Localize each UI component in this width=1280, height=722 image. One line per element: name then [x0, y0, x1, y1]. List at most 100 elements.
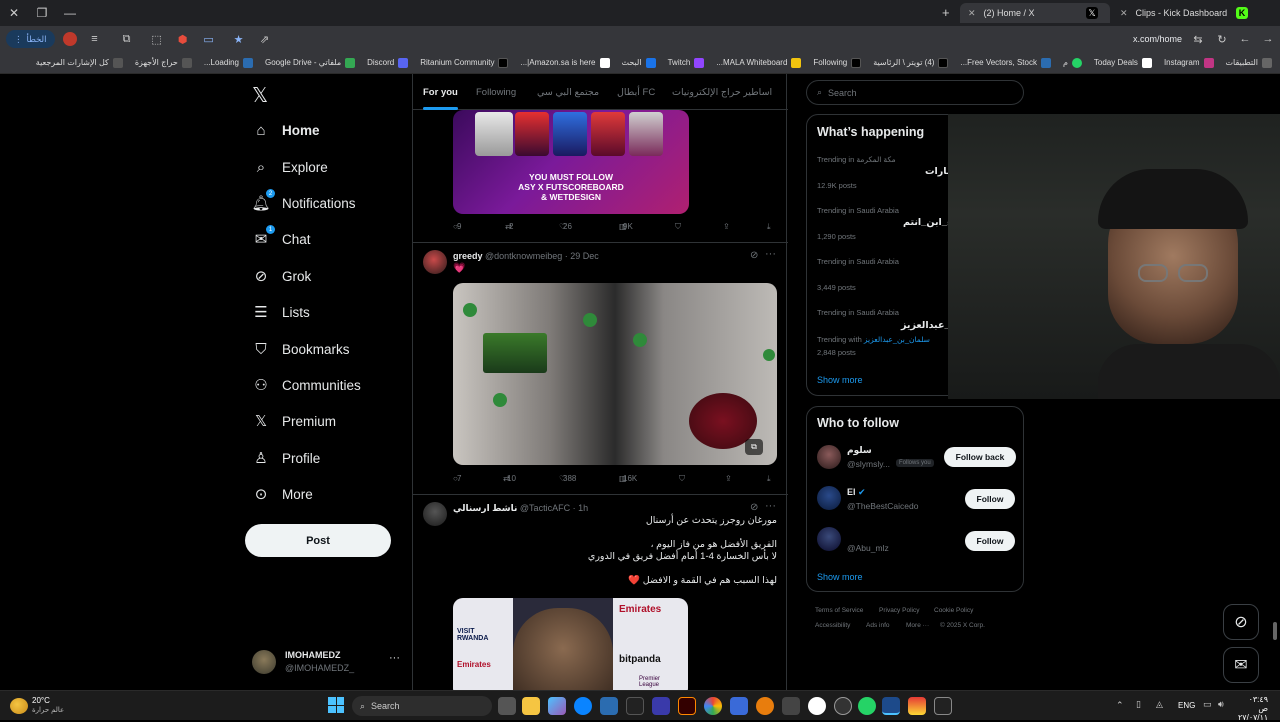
suggestion-handle[interactable]: @TheBestCaicedo	[847, 501, 918, 511]
bookmark-item[interactable]: Free Vectors, Stock...	[960, 57, 1051, 68]
post-more-icon[interactable]: ···	[765, 500, 776, 512]
reload-icon[interactable]: ↻	[1212, 29, 1232, 49]
reply-button[interactable]: ○ 9	[453, 222, 461, 231]
file-explorer-icon[interactable]	[522, 697, 540, 715]
app-icon-active[interactable]	[882, 697, 900, 715]
footer-ads-link[interactable]: Ads info	[866, 622, 890, 629]
author-handle[interactable]: @dontknowmeibeg	[485, 251, 562, 261]
restore-window-icon[interactable]: ❐	[28, 0, 56, 26]
tab-fc-heroes[interactable]: أبطال FC	[617, 74, 655, 110]
screenshot-icon[interactable]: ⧉	[117, 29, 137, 49]
suggestion-handle[interactable]: @slymsly...	[847, 459, 893, 469]
bookmark-button[interactable]: ⛉	[675, 222, 681, 232]
nav-premium[interactable]: 𝕏 Premium	[252, 407, 336, 435]
post-media-card[interactable]: YOU MUST FOLLOW ASY X FUTSCOREBOARD & WE…	[453, 110, 689, 214]
address-bar[interactable]: x.com/home	[1133, 34, 1182, 44]
task-view-icon[interactable]	[498, 697, 516, 715]
suggestion-name[interactable]: سلوم	[847, 445, 872, 456]
repost-button[interactable]: ⇄ 10	[503, 474, 516, 483]
nav-chat[interactable]: ✉ 1 Chat	[252, 225, 311, 253]
scrollbar-thumb[interactable]	[1273, 622, 1277, 640]
display-icon[interactable]: ▭	[1203, 699, 1212, 710]
tab-kick-dashboard[interactable]: ✕ Clips - Kick Dashboard K	[1112, 3, 1260, 23]
tab-community-pc[interactable]: مجتمع البي سي	[537, 74, 599, 110]
tray-overflow-icon[interactable]: ⌃	[1116, 700, 1124, 711]
extension-icon[interactable]	[62, 32, 77, 46]
app-icon[interactable]	[908, 697, 926, 715]
post-date[interactable]: · 29 Dec	[565, 251, 599, 261]
new-tab-icon[interactable]: +	[942, 5, 950, 20]
avatar[interactable]	[817, 486, 841, 510]
reader-icon[interactable]: ≡	[85, 29, 105, 49]
language-indicator[interactable]: ENG	[1178, 701, 1195, 710]
tab-legends[interactable]: اساطير	[743, 74, 788, 110]
nav-communities[interactable]: ⚇ Communities	[252, 371, 361, 399]
bookmark-button[interactable]: ⛉	[679, 474, 685, 484]
app-icon[interactable]	[730, 697, 748, 715]
app-icon[interactable]	[782, 697, 800, 715]
views-button[interactable]: ▥ 9K	[619, 222, 633, 231]
bookmark-item[interactable]: Twitch	[668, 57, 705, 68]
suggestion-name[interactable]: El ✔	[847, 487, 866, 498]
bookmark-item[interactable]: البحث	[622, 57, 656, 68]
illustrator-icon[interactable]	[678, 697, 696, 715]
bookmark-star-icon[interactable]: ★	[229, 29, 249, 49]
extensions-icon[interactable]: ⬚	[147, 29, 167, 49]
download-button[interactable]: ⤓	[767, 474, 771, 484]
nav-lists[interactable]: ☰ Lists	[252, 298, 310, 326]
weather-widget[interactable]: 20°C عالم حرارة	[10, 696, 80, 718]
grok-icon[interactable]: ⊘	[750, 250, 758, 261]
author-name[interactable]: greedy	[453, 251, 483, 261]
nav-explore[interactable]: ⌕ Explore	[252, 153, 328, 181]
bookmark-item[interactable]: MALA Whiteboard...	[716, 57, 802, 68]
avatar[interactable]	[817, 445, 841, 469]
adblock-icon[interactable]: ⬢	[173, 29, 193, 49]
taskbar-search[interactable]: ⌕ Search	[352, 696, 492, 716]
nav-grok[interactable]: ⊘ Grok	[252, 262, 312, 290]
nav-notifications[interactable]: 🔔︎ 2 Notifications	[251, 189, 356, 217]
nav-home[interactable]: ⌂ Home	[252, 116, 319, 144]
views-button[interactable]: ▥ 16K	[619, 474, 637, 483]
follow-back-button[interactable]: Follow back	[944, 447, 1016, 467]
follow-button[interactable]: Follow	[965, 489, 1015, 509]
forward-icon[interactable]: →	[1258, 29, 1278, 49]
tab-following[interactable]: Following	[476, 74, 516, 110]
profile-button[interactable]: ⋮ الخطأ	[6, 30, 55, 48]
tab-home-x[interactable]: ✕ (2) Home / X 𝕏	[960, 3, 1110, 23]
follow-button[interactable]: Follow	[965, 531, 1015, 551]
footer-terms-link[interactable]: Terms of Service	[815, 607, 863, 614]
store-icon[interactable]	[600, 697, 618, 715]
translate-icon[interactable]: ▭	[199, 29, 219, 49]
back-icon[interactable]: ←	[1235, 29, 1255, 49]
search-input[interactable]: ⌕ Search	[806, 80, 1024, 105]
minimize-window-icon[interactable]: —	[56, 0, 84, 26]
trend-name[interactable]: ء_ابن_انتم	[903, 217, 952, 228]
show-more-link[interactable]: Show more	[817, 572, 863, 582]
bookmark-item[interactable]: حراج الأجهزة	[135, 57, 192, 68]
bookmark-item[interactable]: (4) تويتر \ الرئاسية	[873, 57, 949, 68]
clock[interactable]: ٠٣:٤٩ ص ٢٧/٠٧/١١	[1238, 695, 1268, 722]
share-icon[interactable]: ⇗	[255, 29, 275, 49]
app-icon[interactable]	[652, 697, 670, 715]
app-icon[interactable]	[808, 697, 826, 715]
bookmark-item[interactable]: Ritanium Community	[420, 57, 509, 68]
bookmark-item[interactable]: Today Deals	[1094, 57, 1152, 68]
start-icon[interactable]	[328, 697, 344, 713]
like-button[interactable]: ♡ 388	[559, 474, 576, 483]
avatar[interactable]	[423, 250, 447, 274]
bookmark-item[interactable]: Amazon.sa is here|...	[520, 57, 610, 68]
bookmark-item[interactable]: ملفاتي - Google Drive	[265, 57, 356, 68]
nav-profile[interactable]: ♙ Profile	[252, 444, 320, 472]
reply-button[interactable]: ○ 7	[453, 474, 461, 483]
like-button[interactable]: ♡ 26	[559, 222, 572, 231]
post-more-icon[interactable]: ···	[765, 248, 776, 260]
messages-fab[interactable]: ✉	[1223, 647, 1259, 683]
download-button[interactable]: ⤓	[767, 222, 771, 232]
bookmark-item[interactable]: Instagram	[1164, 57, 1214, 68]
bookmark-item[interactable]: Loading...	[204, 57, 253, 68]
show-more-link[interactable]: Show more	[817, 375, 863, 385]
bookmark-item[interactable]: التطبيقات	[1226, 57, 1272, 68]
whatsapp-icon[interactable]	[858, 697, 876, 715]
alt-icon[interactable]: ⧉	[745, 439, 763, 455]
suggestion-handle[interactable]: @Abu_mlz	[847, 543, 889, 553]
